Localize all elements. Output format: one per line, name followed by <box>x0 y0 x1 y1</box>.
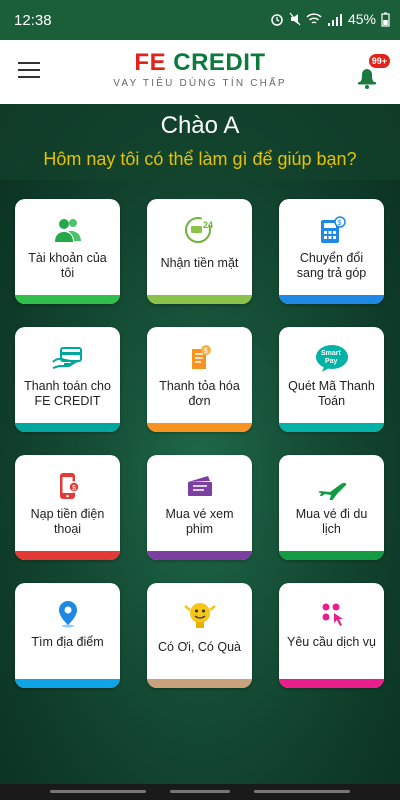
tile-color-bar <box>15 551 120 560</box>
svg-text:Pay: Pay <box>325 358 338 365</box>
airplane-icon <box>317 482 346 500</box>
card-payment-icon <box>51 347 82 369</box>
brand-tagline: VAY TIÊU DÙNG TÍN CHẤP <box>113 78 287 89</box>
tile-label: Yêu cầu dịch vụ <box>287 635 376 649</box>
tile-color-bar <box>147 551 252 560</box>
status-bar: 12:38 45% <box>0 0 400 40</box>
tile-label: Tài khoản của tôi <box>28 251 107 280</box>
tile-label: Nhận tiền mặt <box>160 256 239 270</box>
tile-label: Quét Mã Thanh Toán <box>288 379 375 408</box>
tile-color-bar <box>279 423 384 432</box>
status-icons: 45% <box>270 11 390 27</box>
cash-24-icon: 24 <box>184 217 213 243</box>
tile-color-bar <box>15 295 120 304</box>
tile-gifts[interactable]: Có Ơi, Có Quà <box>147 583 252 688</box>
tile-scan-qr[interactable]: Smart Pay Quét Mã Thanh Toán <box>279 327 384 432</box>
wifi-icon <box>306 12 322 24</box>
calculator-icon: $ <box>320 216 346 243</box>
help-question: Hôm nay tôi có thể làm gì để giúp bạn? <box>43 149 357 169</box>
mute-icon <box>289 12 301 26</box>
system-nav-bar <box>0 784 400 800</box>
tile-color-bar <box>15 423 120 432</box>
tile-color-bar <box>147 679 252 688</box>
brand-logo: FE CREDIT VAY TIÊU DÙNG TÍN CHẤP <box>0 50 400 90</box>
brand-fe: FE <box>134 49 167 76</box>
movie-ticket-icon <box>187 476 212 496</box>
tile-service-request[interactable]: Yêu cầu dịch vụ <box>279 583 384 688</box>
tile-label: Mua vé xem phim <box>165 507 234 536</box>
greeting: Chào A <box>160 112 240 139</box>
tile-label: Có Ơi, Có Quà <box>158 640 241 654</box>
svg-text:24: 24 <box>203 220 213 230</box>
notifications-button[interactable]: 99+ <box>352 54 390 90</box>
brand-credit: CREDIT <box>173 49 266 76</box>
service-request-icon <box>322 603 343 626</box>
tile-color-bar <box>147 423 252 432</box>
app-bar: FE CREDIT VAY TIÊU DÙNG TÍN CHẤP 99+ <box>0 40 400 104</box>
battery-level: 45% <box>347 11 376 27</box>
tile-color-bar <box>147 295 252 304</box>
tile-color-bar <box>279 295 384 304</box>
hero-banner: Chào A Hôm nay tôi có thể làm gì để giúp… <box>0 104 400 180</box>
battery-icon <box>381 12 390 27</box>
tile-color-bar <box>15 679 120 688</box>
tile-color-bar <box>279 551 384 560</box>
mascot-icon <box>183 603 216 628</box>
signal-icon <box>327 13 342 26</box>
main-content: Chào A Hôm nay tôi có thể làm gì để giúp… <box>0 104 400 784</box>
tile-travel-ticket[interactable]: Mua vé đi du lịch <box>279 455 384 560</box>
tile-label: Thanh toán cho FE CREDIT <box>24 379 111 408</box>
smartpay-icon: SmartPay <box>315 345 348 372</box>
alarm-icon <box>271 14 283 26</box>
nav-recents[interactable] <box>50 790 146 793</box>
notification-badge: 99+ <box>368 54 390 68</box>
svg-text:$: $ <box>72 485 76 492</box>
tile-installment[interactable]: $ Chuyển đổi sang trả góp <box>279 199 384 304</box>
bill-icon: $ <box>191 345 211 369</box>
nav-back[interactable] <box>254 790 350 793</box>
brand-name: FE CREDIT <box>0 50 400 76</box>
tile-pay-bill[interactable]: $ Thanh tỏa hóa đơn <box>147 327 252 432</box>
users-icon <box>54 219 81 242</box>
tile-label: Nạp tiền điện thoại <box>30 507 105 536</box>
tile-cash[interactable]: 24 Nhận tiền mặt <box>147 199 252 304</box>
svg-text:Smart: Smart <box>321 350 342 357</box>
tile-label: Tìm địa điểm <box>31 635 104 649</box>
status-time: 12:38 <box>14 12 52 29</box>
tile-movie-ticket[interactable]: Mua vé xem phim <box>147 455 252 560</box>
svg-text:$: $ <box>203 348 207 355</box>
tile-find-location[interactable]: Tìm địa điểm <box>15 583 120 688</box>
tile-phone-topup[interactable]: $ Nạp tiền điện thoại <box>15 455 120 560</box>
tile-label: Chuyển đổi sang trả góp <box>296 251 367 280</box>
tile-label: Mua vé đi du lịch <box>295 507 368 536</box>
tile-pay-fe-credit[interactable]: Thanh toán cho FE CREDIT <box>15 327 120 432</box>
location-pin-icon <box>58 601 77 628</box>
nav-home[interactable] <box>170 790 230 793</box>
tile-my-account[interactable]: Tài khoản của tôi <box>15 199 120 304</box>
phone-topup-icon: $ <box>59 473 80 499</box>
svg-text:$: $ <box>337 220 341 227</box>
tile-color-bar <box>279 679 384 688</box>
tile-label: Thanh tỏa hóa đơn <box>159 379 240 408</box>
